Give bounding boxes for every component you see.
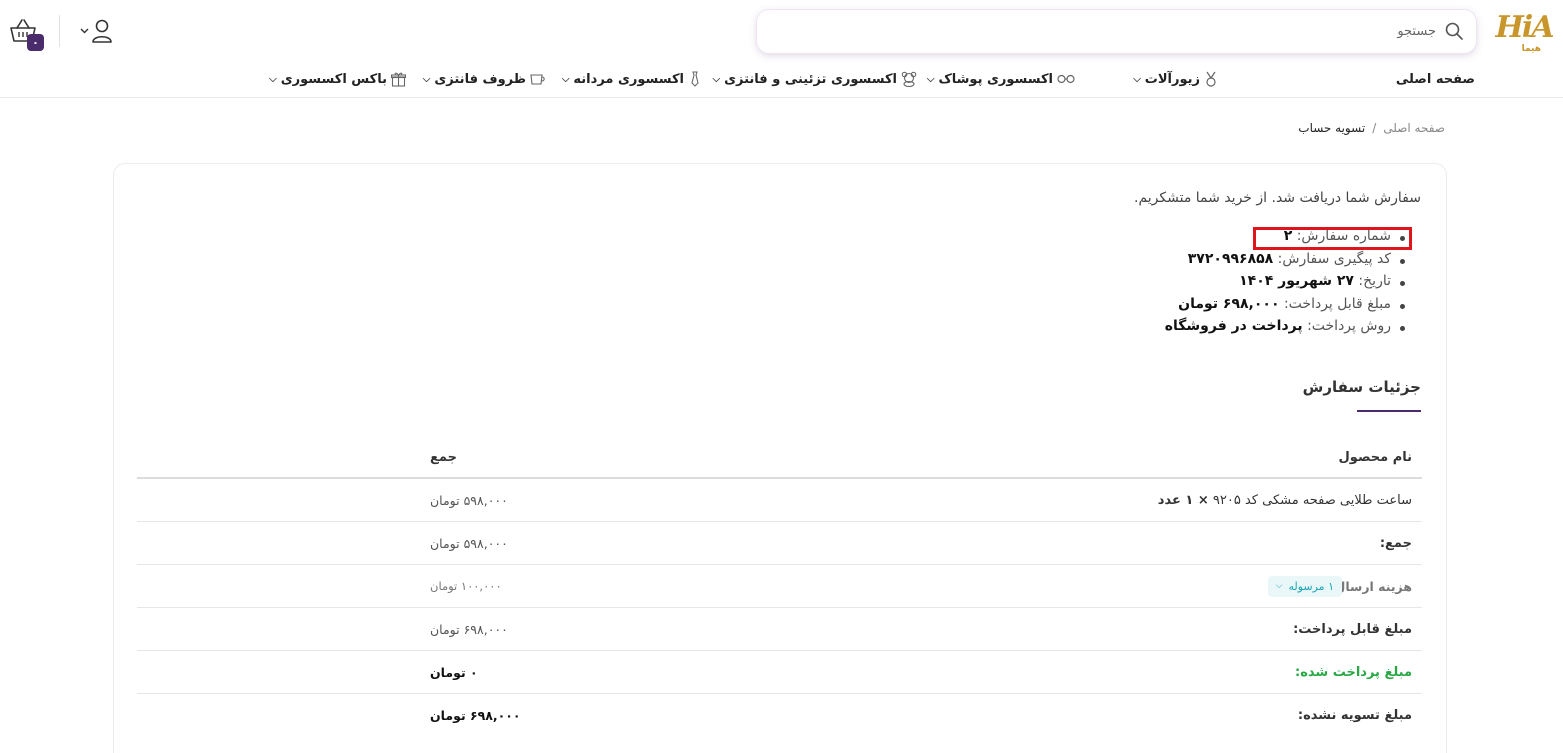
product-total: ۵۹۸,۰۰۰ تومان: [430, 493, 508, 508]
unpaid-label: مبلغ تسویه نشده:: [1297, 708, 1412, 723]
payable-label: مبلغ قابل پرداخت:: [1293, 622, 1412, 637]
search-input[interactable]: [776, 10, 1436, 53]
nav-label: ظروف فانتزی: [434, 71, 526, 87]
header-divider: [59, 15, 60, 47]
chevron-down-icon: ⌵: [422, 73, 431, 85]
table-row-unpaid: مبلغ تسویه نشده: ۶۹۸,۰۰۰ تومان: [137, 694, 1422, 737]
gift-box-icon: [391, 72, 406, 87]
user-account-button[interactable]: [80, 18, 114, 46]
order-total-item: مبلغ قابل پرداخت: ۶۹۸,۰۰۰ تومان: [1165, 295, 1406, 319]
order-number-label: شماره سفارش:: [1296, 228, 1391, 244]
medal-icon: [1206, 71, 1216, 87]
order-total-value: ۶۹۸,۰۰۰ تومان: [1178, 295, 1280, 312]
order-details-title-underline: [1357, 410, 1421, 412]
order-date-item: تاریخ: ۲۷ شهریور ۱۴۰۴: [1165, 273, 1406, 296]
table-row-shipping: هزینه ارسال: ۱ مرسوله ⌵ ۱۰۰,۰۰۰ تومان: [137, 565, 1422, 608]
nav-label: اکسسوری مردانه: [573, 71, 684, 87]
subtotal-value: ۵۹۸,۰۰۰ تومان: [430, 536, 508, 551]
table-row-payable: مبلغ قابل پرداخت: ۶۹۸,۰۰۰ تومان: [137, 608, 1422, 651]
chevron-down-icon: ⌵: [1133, 73, 1141, 85]
order-thanks-message: سفارش شما دریافت شد. از خرید شما متشکریم…: [1134, 190, 1421, 206]
order-date-label: تاریخ:: [1358, 273, 1391, 289]
site-logo[interactable]: HiA هیما: [1493, 10, 1555, 56]
nav-label: زیورآلات: [1144, 71, 1200, 87]
search-icon[interactable]: [1444, 21, 1464, 41]
search-bar: [757, 10, 1476, 53]
order-total-label: مبلغ قابل پرداخت:: [1283, 295, 1391, 312]
nav-label: اکسسوری تزئینی و فانتزی: [724, 71, 897, 87]
cup-icon: [530, 74, 545, 85]
breadcrumb-home-link[interactable]: صفحه اصلی: [1383, 121, 1445, 135]
table-row-subtotal: جمع: ۵۹۸,۰۰۰ تومان: [137, 522, 1422, 565]
tracking-code-value: ۳۷۲۰۹۹۶۸۵۸: [1187, 250, 1274, 267]
site-header: HiA هیما ۰ صفحه اصلی: [0, 0, 1563, 98]
nav-item-clothing-accessories[interactable]: اکسسوری پوشاک ⌵: [927, 66, 1075, 92]
nav-item-decorative-accessories[interactable]: اکسسوری تزئینی و فانتزی ⌵: [713, 66, 917, 92]
breadcrumb-separator: /: [1372, 121, 1377, 135]
tracking-code-item: کد پیگیری سفارش: ۳۷۲۰۹۹۶۸۵۸: [1165, 250, 1406, 274]
user-icon: [80, 19, 112, 43]
nav-item-fancy-dishes[interactable]: ظروف فانتزی ⌵: [423, 66, 546, 92]
table-header-row: نام محصول جمع: [137, 436, 1422, 479]
teddy-bear-icon: [901, 71, 917, 87]
subtotal-label: جمع:: [1379, 536, 1412, 551]
nav-label: باکس اکسسوری: [280, 71, 387, 87]
tracking-code-label: کد پیگیری سفارش:: [1277, 250, 1391, 267]
table-row-product: ساعت طلایی صفحه مشکی کد ۹۲۰۵ × ۱ عدد ۵۹۸…: [137, 479, 1422, 522]
payment-method-item: روش پرداخت: پرداخت در فروشگاه: [1164, 318, 1406, 341]
glasses-icon: [1057, 74, 1075, 84]
nav-label: اکسسوری پوشاک: [938, 71, 1053, 87]
payable-value: ۶۹۸,۰۰۰ تومان: [430, 622, 508, 637]
paid-label: مبلغ پرداخت شده:: [1295, 665, 1412, 680]
logo-text: HiA: [1495, 10, 1554, 45]
shipment-count-badge[interactable]: ۱ مرسوله ⌵: [1267, 576, 1342, 597]
table-row-paid: مبلغ پرداخت شده: ۰ تومان: [137, 651, 1422, 694]
payment-method-value: پرداخت در فروشگاه: [1164, 318, 1303, 334]
nav-item-mens-accessories[interactable]: اکسسوری مردانه ⌵: [562, 66, 702, 92]
chevron-down-icon: ⌵: [561, 73, 570, 85]
cart-button[interactable]: ۰: [8, 18, 46, 52]
nav-item-jewelry[interactable]: زیورآلات ⌵: [1133, 66, 1218, 92]
product-quantity: × ۱ عدد: [1157, 493, 1209, 508]
payment-method-label: روش پرداخت:: [1307, 318, 1391, 334]
order-details-table: نام محصول جمع ساعت طلایی صفحه مشکی کد ۹۲…: [137, 436, 1422, 737]
chevron-down-icon: ⌵: [1275, 581, 1283, 591]
main-nav: صفحه اصلی زیورآلات ⌵ اکسسوری پوشاک ⌵ اکس…: [0, 66, 1563, 92]
product-cell: ساعت طلایی صفحه مشکی کد ۹۲۰۵ × ۱ عدد: [1158, 479, 1412, 522]
breadcrumb-current: تسویه حساب: [1298, 121, 1366, 135]
column-header-total: جمع: [430, 450, 457, 465]
unpaid-value: ۶۹۸,۰۰۰ تومان: [430, 708, 521, 723]
chevron-down-icon: ⌵: [926, 73, 935, 85]
cart-count-badge: ۰: [27, 34, 44, 51]
nav-item-home[interactable]: صفحه اصلی: [1396, 66, 1475, 92]
product-name-link[interactable]: ساعت طلایی صفحه مشکی کد ۹۲۰۵: [1213, 493, 1412, 508]
order-number-value: ۲: [1283, 228, 1293, 244]
nav-item-accessory-box[interactable]: باکس اکسسوری ⌵: [269, 66, 406, 92]
chevron-down-icon: ⌵: [269, 73, 277, 85]
breadcrumb: صفحه اصلی / تسویه حساب: [1298, 121, 1445, 135]
shipment-count-text: ۱ مرسوله: [1288, 580, 1334, 593]
shipping-value: ۱۰۰,۰۰۰ تومان: [430, 579, 502, 593]
order-details-title: جزئیات سفارش: [1302, 378, 1421, 396]
nav-label: صفحه اصلی: [1395, 71, 1475, 87]
column-header-product: نام محصول: [1338, 450, 1412, 465]
paid-value: ۰ تومان: [430, 665, 478, 680]
order-number-item: شماره سفارش: ۲: [1165, 228, 1406, 251]
order-date-value: ۲۷ شهریور ۱۴۰۴: [1239, 273, 1354, 289]
chevron-down-icon: ⌵: [712, 73, 721, 85]
logo-subtext: هیما: [1521, 44, 1541, 54]
order-overview-list: شماره سفارش: ۲ کد پیگیری سفارش: ۳۷۲۰۹۹۶۸…: [1164, 228, 1406, 341]
tie-icon: [691, 71, 699, 87]
